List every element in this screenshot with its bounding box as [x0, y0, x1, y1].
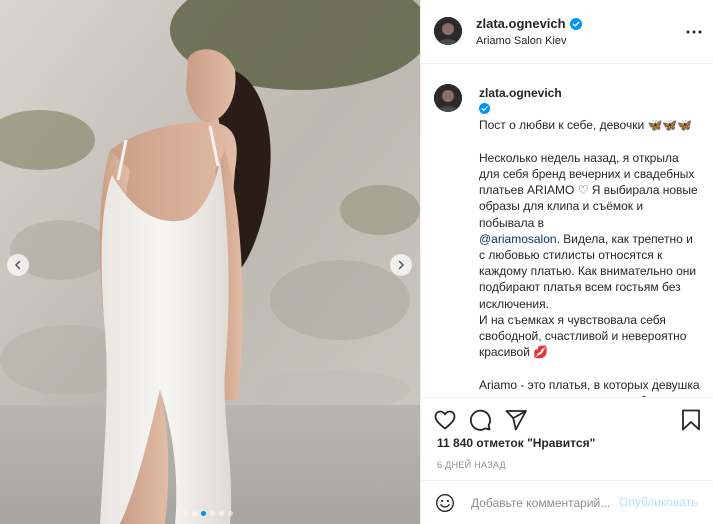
carousel-dot [183, 511, 188, 516]
post-caption: zlata.ognevich Пост о любви к себе, дево… [421, 65, 713, 397]
action-bar [421, 397, 713, 437]
carousel-next-button[interactable] [390, 254, 412, 276]
verified-badge-icon [569, 17, 582, 30]
carousel-indicator [183, 511, 233, 516]
comment-form: Опубликовать [421, 480, 713, 524]
comment-icon[interactable] [468, 408, 492, 432]
photo-image [0, 0, 420, 524]
caption-paragraph-1c: И на съемках я чувствовала себя свободно… [479, 312, 687, 360]
chevron-left-icon [14, 260, 21, 270]
carousel-dot [192, 511, 197, 516]
carousel-dot [210, 511, 215, 516]
comment-input[interactable] [471, 493, 621, 513]
post-sidebar: zlata.ognevich Ariamo Salon Kiev zlata.o… [420, 0, 713, 524]
caption-text: zlata.ognevich Пост о любви к себе, дево… [479, 85, 701, 397]
carousel-dot [219, 511, 224, 516]
caption-paragraph-2: Ariamo - это платья, в которых девушка п… [479, 377, 700, 397]
post-timestamp[interactable]: 6 ДНЕЙ НАЗАД [437, 460, 506, 470]
more-options-icon [686, 30, 702, 34]
verified-badge-icon [479, 103, 490, 115]
caption-paragraph-1a: Несколько недель назад, я открыла для се… [479, 150, 698, 230]
carousel-dot-active [201, 511, 206, 516]
avatar-image [434, 17, 462, 45]
avatar-image [434, 84, 462, 112]
username-link[interactable]: zlata.ognevich [476, 16, 566, 31]
caption-first-line: Пост о любви к себе, девочки 🦋🦋🦋 [479, 118, 693, 133]
chevron-right-icon [398, 260, 405, 270]
more-options-button[interactable] [684, 22, 704, 42]
carousel-prev-button[interactable] [7, 254, 29, 276]
header-user: zlata.ognevich [476, 16, 582, 31]
carousel-dot [228, 511, 233, 516]
avatar[interactable] [434, 17, 462, 45]
share-icon[interactable] [504, 408, 528, 432]
likes-count[interactable]: 11 840 отметок "Нравится" [437, 436, 595, 450]
post-photo[interactable] [0, 0, 420, 524]
bookmark-icon[interactable] [679, 408, 703, 432]
publish-comment-button[interactable]: Опубликовать [619, 495, 697, 509]
caption-avatar[interactable] [434, 84, 462, 112]
mention-link[interactable]: @ariamosalon [479, 232, 557, 246]
location-link[interactable]: Ariamo Salon Kiev [476, 35, 567, 47]
caption-username[interactable]: zlata.ognevich [479, 86, 562, 100]
heart-icon[interactable] [433, 408, 457, 432]
emoji-icon[interactable] [435, 493, 455, 513]
post-header: zlata.ognevich Ariamo Salon Kiev [421, 0, 713, 64]
instagram-post: zlata.ognevich Ariamo Salon Kiev zlata.o… [0, 0, 713, 524]
